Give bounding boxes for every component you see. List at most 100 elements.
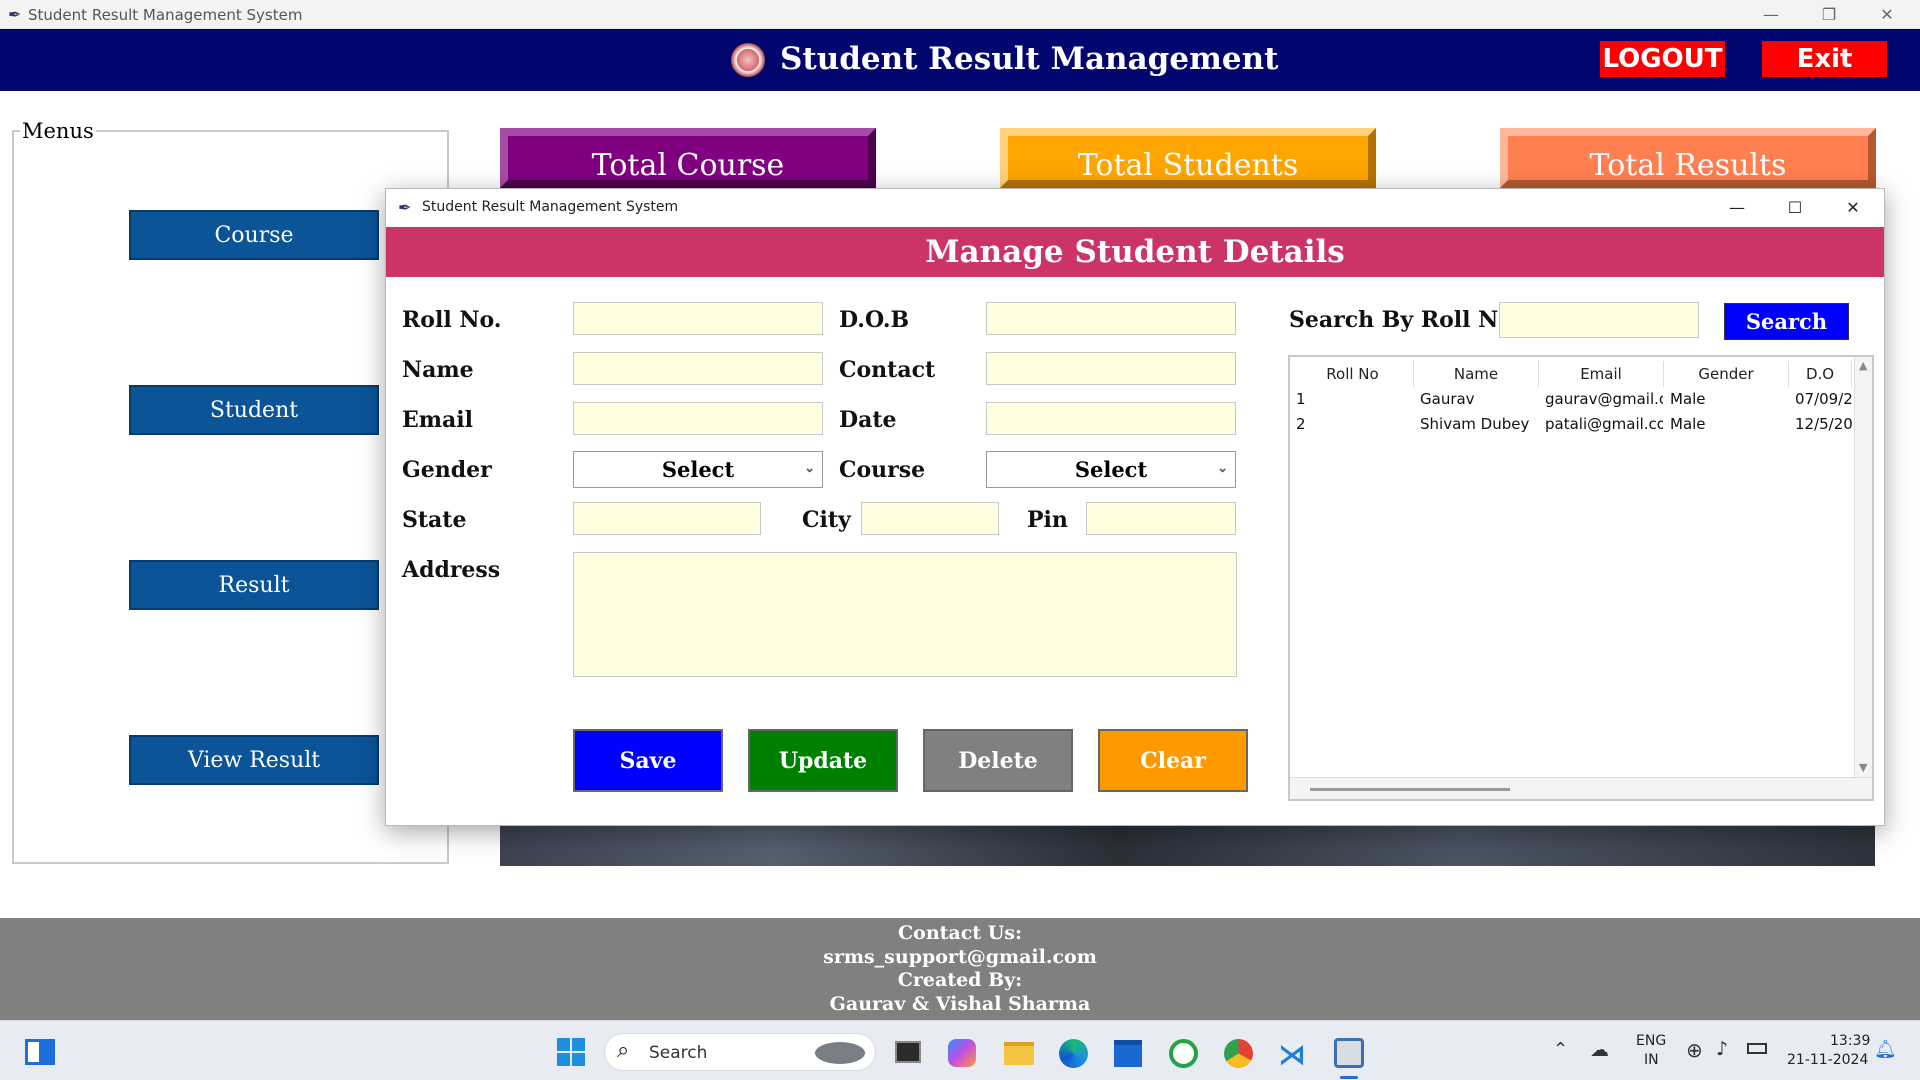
lang-in[interactable]: IN xyxy=(1644,1052,1659,1068)
taskbar-search-label: Search xyxy=(649,1043,708,1063)
dialog-minimize-button[interactable]: — xyxy=(1708,193,1766,222)
state-input[interactable] xyxy=(573,502,761,535)
cell-dob: 12/5/2003 xyxy=(1795,415,1852,433)
table-row[interactable]: 1 Gaurav gaurav@gmail.com Male 07/09/200… xyxy=(1290,387,1852,412)
dob-label: D.O.B xyxy=(839,307,910,333)
cell-gender: Male xyxy=(1670,390,1706,408)
date-input[interactable] xyxy=(986,402,1236,435)
app-title: Student Result Management xyxy=(780,41,1279,77)
email-label: Email xyxy=(402,407,474,433)
window-titlebar: ✒ Student Result Management System — ❐ ✕ xyxy=(0,0,1920,29)
exit-button[interactable]: Exit xyxy=(1762,41,1887,77)
delete-button[interactable]: Delete xyxy=(923,729,1073,792)
course-menu-button[interactable]: Course xyxy=(129,210,379,260)
widgets-icon[interactable] xyxy=(25,1039,55,1065)
menus-legend: Menus xyxy=(20,119,96,143)
footer-contact-label: Contact Us: xyxy=(898,922,1022,944)
chevron-down-icon: ⌄ xyxy=(804,461,815,476)
cell-email: gaurav@gmail.com xyxy=(1545,390,1663,408)
name-input[interactable] xyxy=(573,352,823,385)
contact-input[interactable] xyxy=(986,352,1236,385)
clock-time[interactable]: 13:39 xyxy=(1830,1033,1870,1049)
scroll-up-icon[interactable]: ▲ xyxy=(1859,359,1867,372)
total-course-card: Total Course xyxy=(500,128,876,188)
volume-icon[interactable]: ♪ xyxy=(1716,1038,1728,1060)
window-title: Student Result Management System xyxy=(28,6,303,24)
table-row[interactable]: 2 Shivam Dubey patali@gmail.com Male 12/… xyxy=(1290,412,1852,437)
network-cloud-icon[interactable]: ☁ xyxy=(1590,1039,1609,1061)
course-select-value: Select xyxy=(1074,457,1148,482)
gender-select[interactable]: Select ⌄ xyxy=(573,451,823,488)
vertical-scrollbar[interactable]: ▲ ▼ xyxy=(1854,357,1872,777)
column-header-dob[interactable]: D.O xyxy=(1789,361,1852,387)
copilot-icon[interactable] xyxy=(948,1039,976,1067)
search-icon: ⌕ xyxy=(617,1038,630,1063)
total-course-label: Total Course xyxy=(591,148,785,183)
email-input[interactable] xyxy=(573,402,823,435)
notification-bell-icon[interactable]: 🔔︎ xyxy=(1874,1039,1897,1060)
pin-input[interactable] xyxy=(1086,502,1236,535)
restore-button[interactable]: ❐ xyxy=(1800,0,1858,29)
minimize-button[interactable]: — xyxy=(1742,0,1800,29)
column-header-gender[interactable]: Gender xyxy=(1664,361,1789,387)
store-icon[interactable] xyxy=(1114,1040,1142,1067)
city-input[interactable] xyxy=(861,502,999,535)
app-header: Student Result Management LOGOUT Exit xyxy=(0,29,1920,91)
horizontal-scrollbar[interactable] xyxy=(1290,777,1872,799)
close-button[interactable]: ✕ xyxy=(1858,0,1916,29)
roll-input[interactable] xyxy=(573,302,823,335)
gender-select-value: Select xyxy=(661,457,735,482)
clear-button[interactable]: Clear xyxy=(1098,729,1248,792)
update-button[interactable]: Update xyxy=(748,729,898,792)
chrome-icon[interactable] xyxy=(1224,1039,1253,1068)
roll-label: Roll No. xyxy=(402,307,502,333)
column-header-roll[interactable]: Roll No xyxy=(1292,361,1414,387)
file-explorer-icon[interactable] xyxy=(1004,1042,1034,1065)
student-table: Roll No Name Email Gender D.O 1 Gaurav g… xyxy=(1288,355,1874,801)
scroll-down-icon[interactable]: ▼ xyxy=(1859,761,1867,774)
total-results-label: Total Results xyxy=(1589,148,1787,183)
vscode-icon[interactable]: ⋊ xyxy=(1278,1038,1306,1071)
course-label: Course xyxy=(839,457,926,483)
battery-icon[interactable] xyxy=(1747,1043,1767,1054)
dialog-titlebar: ✒ Student Result Management System — ☐ ✕ xyxy=(386,189,1884,227)
state-label: State xyxy=(402,507,467,533)
logo-icon xyxy=(731,43,765,77)
dialog-heading: Manage Student Details xyxy=(386,227,1884,277)
student-dialog: ✒ Student Result Management System — ☐ ✕… xyxy=(385,188,1885,826)
save-button[interactable]: Save xyxy=(573,729,723,792)
gender-label: Gender xyxy=(402,457,492,483)
name-label: Name xyxy=(402,357,474,383)
cell-dob: 07/09/2004 xyxy=(1795,390,1852,408)
start-icon[interactable] xyxy=(557,1038,585,1066)
contact-label: Contact xyxy=(839,357,936,383)
taskbar-search[interactable]: ⌕ Search xyxy=(604,1033,876,1071)
address-textarea[interactable] xyxy=(573,552,1237,677)
task-view-icon[interactable] xyxy=(895,1041,921,1063)
clock-date[interactable]: 21-11-2024 xyxy=(1787,1052,1868,1068)
dialog-close-button[interactable]: ✕ xyxy=(1824,193,1882,222)
chevron-up-icon[interactable]: ⌃ xyxy=(1553,1039,1568,1060)
logout-button[interactable]: LOGOUT xyxy=(1600,41,1725,77)
whatsapp-icon[interactable] xyxy=(1169,1039,1198,1068)
search-button[interactable]: Search xyxy=(1724,303,1849,340)
search-roll-input[interactable] xyxy=(1499,302,1699,338)
dialog-maximize-button[interactable]: ☐ xyxy=(1766,193,1824,222)
result-menu-button[interactable]: Result xyxy=(129,560,379,610)
cell-roll: 1 xyxy=(1296,390,1306,408)
course-select[interactable]: Select ⌄ xyxy=(986,451,1236,488)
column-header-name[interactable]: Name xyxy=(1414,361,1539,387)
chevron-down-icon: ⌄ xyxy=(1217,461,1228,476)
edge-icon[interactable] xyxy=(1059,1039,1088,1068)
view-result-menu-button[interactable]: View Result xyxy=(129,735,379,785)
python-app-icon[interactable] xyxy=(1334,1038,1364,1068)
student-menu-button[interactable]: Student xyxy=(129,385,379,435)
column-header-email[interactable]: Email xyxy=(1539,361,1664,387)
globe-icon[interactable]: ⊕ xyxy=(1686,1038,1703,1062)
date-label: Date xyxy=(839,407,897,433)
cell-email: patali@gmail.com xyxy=(1545,415,1663,433)
dob-input[interactable] xyxy=(986,302,1236,335)
lang-eng[interactable]: ENG xyxy=(1636,1033,1666,1049)
horizontal-scroll-thumb[interactable] xyxy=(1310,788,1510,791)
address-label: Address xyxy=(402,557,501,583)
